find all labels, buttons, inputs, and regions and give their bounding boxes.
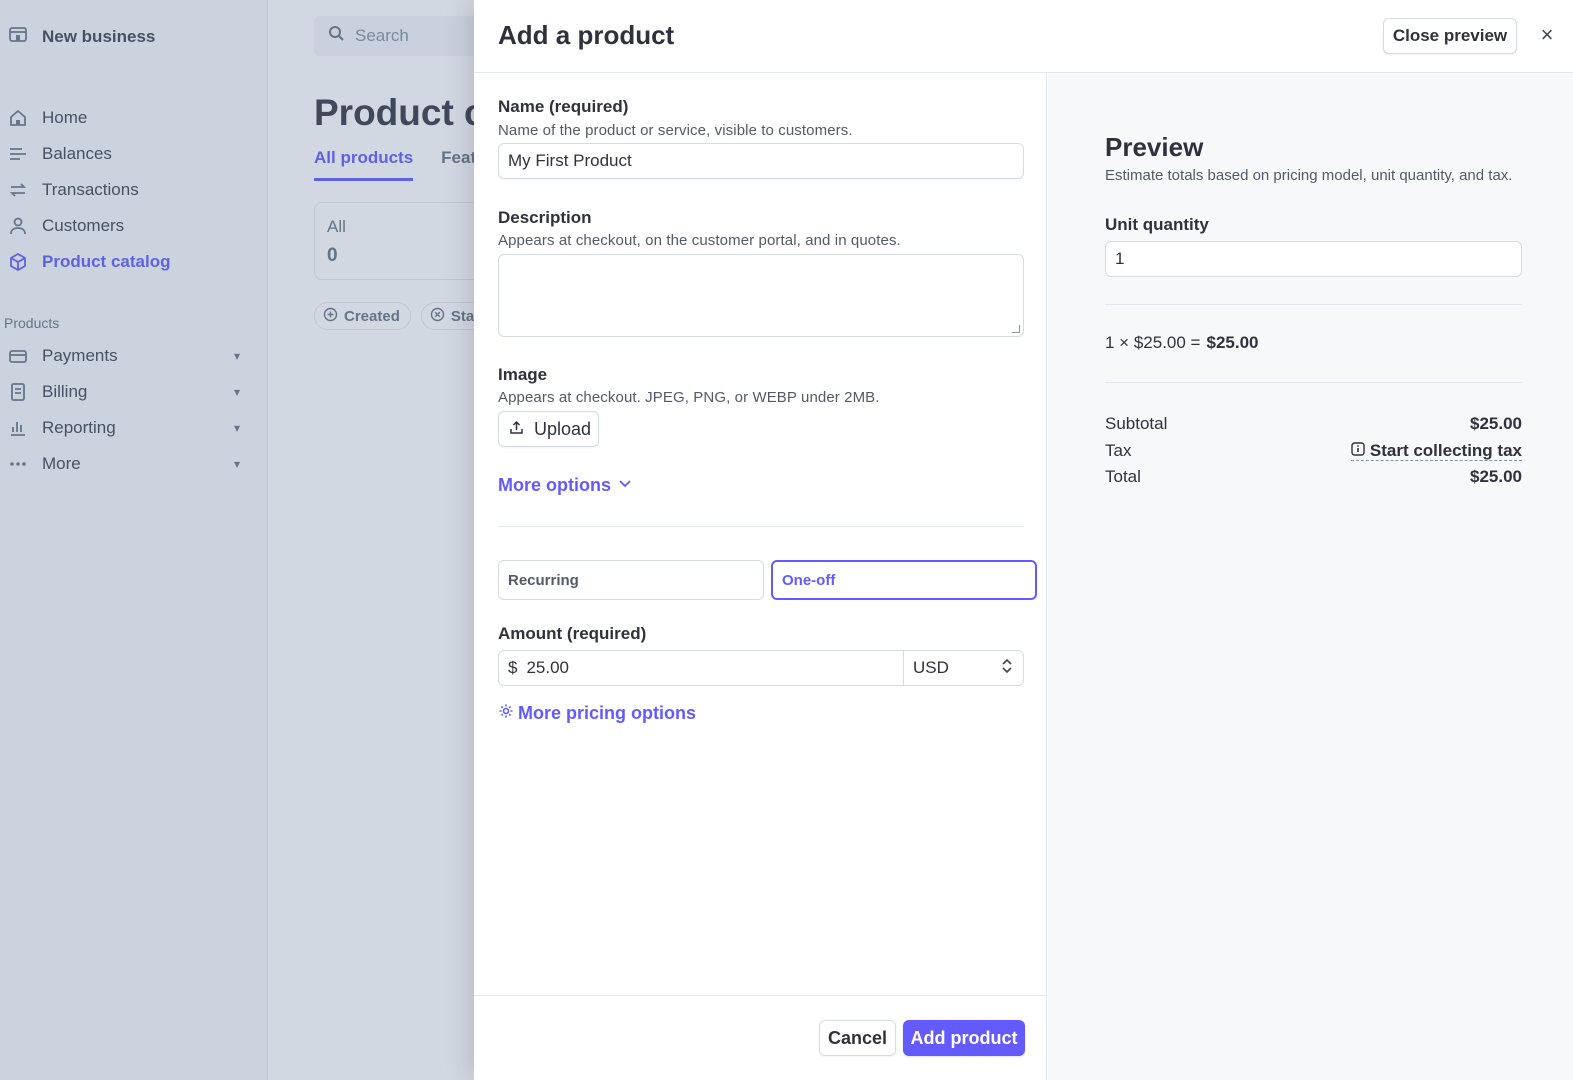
subtotal-row: Subtotal $25.00 [1105,414,1522,434]
unit-quantity-input[interactable]: 1 [1105,241,1522,277]
more-pricing-options-label: More pricing options [518,703,696,723]
add-product-button[interactable]: Add product [903,1020,1025,1056]
modal-footer: Cancel Add product [474,995,1047,1080]
calculation-result: $25.00 [1206,333,1259,352]
subtotal-value: $25.00 [1470,414,1522,433]
total-value: $25.00 [1470,467,1522,486]
preview-divider [1105,304,1522,305]
subtotal-label: Subtotal [1105,414,1168,433]
description-label: Description [498,208,592,227]
tax-label: Tax [1105,441,1132,460]
unit-quantity-label: Unit quantity [1105,215,1209,234]
amount-input[interactable]: $ 25.00 [499,651,904,685]
currency-symbol: $ [508,658,518,677]
upload-button[interactable]: Upload [498,411,599,447]
image-label: Image [498,365,548,384]
amount-label: Amount (required) [498,624,647,643]
currency-value: USD [913,658,949,677]
more-options-link[interactable]: More options [498,475,633,496]
pricing-option-one-off[interactable]: One-off [771,560,1037,600]
close-icon[interactable]: × [1536,22,1558,48]
name-help: Name of the product or service, visible … [498,122,853,139]
modal-title: Add a product [498,20,675,50]
more-options-label: More options [498,475,611,495]
currency-select[interactable]: USD [904,651,1023,685]
pricing-option-recurring[interactable]: Recurring [498,560,764,600]
start-collecting-tax-link[interactable]: Start collecting tax [1350,440,1522,461]
preview-subtitle: Estimate totals based on pricing model, … [1105,167,1513,184]
total-label: Total [1105,467,1141,486]
start-collecting-tax-label: Start collecting tax [1369,440,1522,460]
upload-label: Upload [534,418,592,439]
gear-icon [498,703,514,724]
cancel-button[interactable]: Cancel [819,1020,896,1056]
upload-icon [509,419,524,440]
add-product-modal: Add a product Close preview × Name (requ… [474,0,1573,1080]
close-preview-button[interactable]: Close preview [1383,18,1517,54]
form-divider [498,526,1024,527]
description-help: Appears at checkout, on the customer por… [498,232,901,249]
amount-value: 25.00 [526,658,570,677]
modal-header: Add a product Close preview × [474,0,1573,73]
tax-row: Tax Start collecting tax [1105,441,1522,461]
calculation-expression: 1 × $25.00 = [1105,333,1201,352]
info-icon [1351,441,1365,460]
chevron-down-icon [617,475,633,496]
amount-field: $ 25.00 USD [498,650,1024,686]
select-arrows-icon [1001,658,1013,679]
name-label: Name (required) [498,97,629,116]
preview-panel: Preview Estimate totals based on pricing… [1048,73,1573,1080]
more-pricing-options-link[interactable]: More pricing options [498,703,696,724]
description-textarea[interactable] [498,254,1024,337]
preview-divider [1105,382,1522,383]
product-form: Name (required) Name of the product or s… [474,73,1047,995]
preview-calculation: 1 × $25.00 = $25.00 [1105,333,1258,353]
image-help: Appears at checkout. JPEG, PNG, or WEBP … [498,389,880,406]
preview-title: Preview [1105,132,1204,162]
name-input[interactable]: My First Product [498,143,1024,179]
total-row: Total $25.00 [1105,467,1522,487]
